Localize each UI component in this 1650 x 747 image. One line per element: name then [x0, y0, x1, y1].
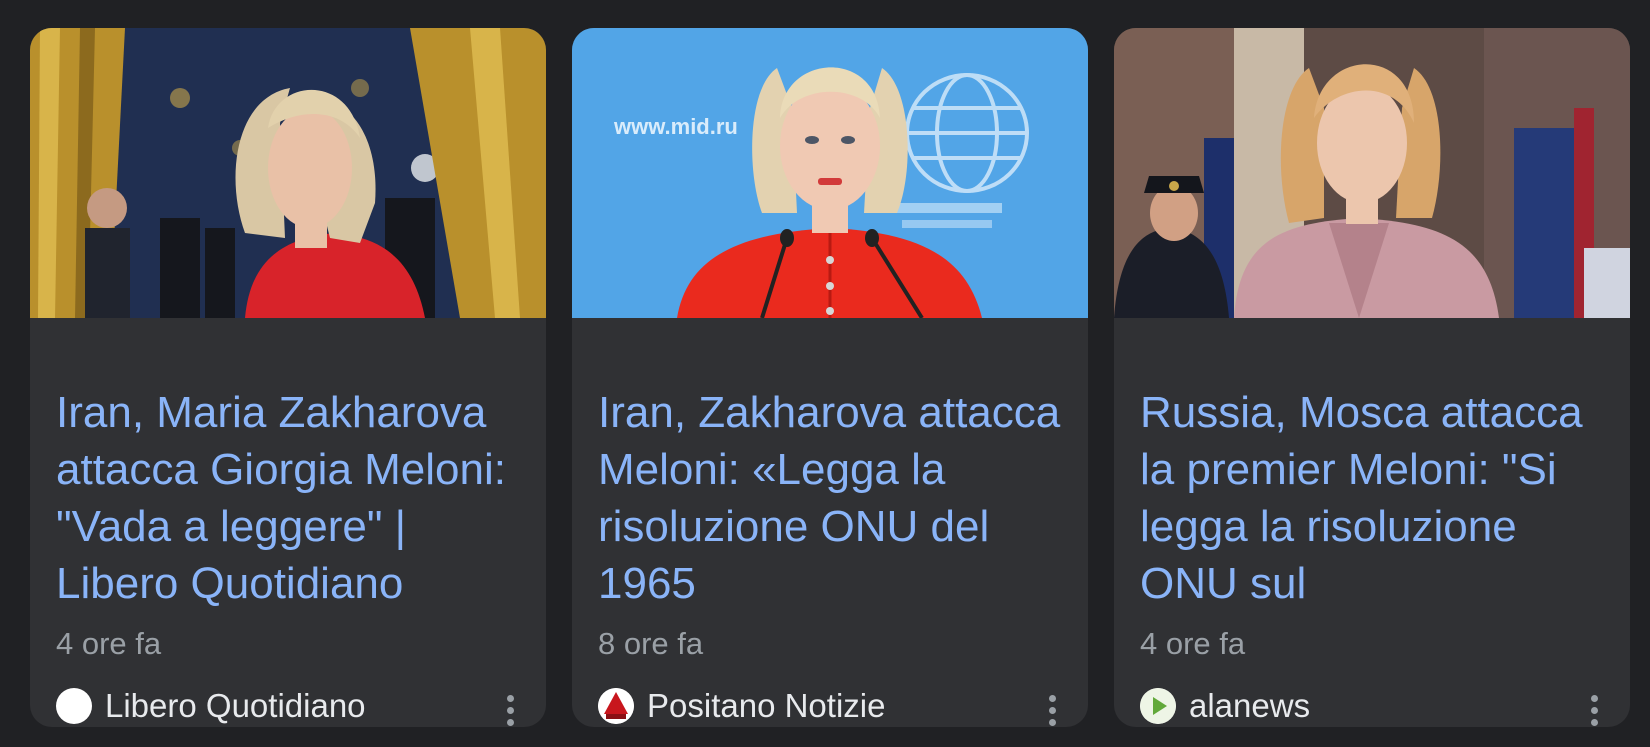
more-vert-icon[interactable] — [1580, 690, 1608, 727]
news-carousel: Iran, Maria Zakharova attacca Giorgia Me… — [0, 0, 1650, 747]
article-thumbnail-image[interactable] — [30, 28, 546, 318]
alanews-play-favicon-icon — [1140, 688, 1176, 724]
article-source[interactable]: Libero Quotidiano — [56, 686, 526, 726]
news-card[interactable]: www.mid.ru Iran, Zakharova attacca Melon… — [572, 28, 1088, 727]
article-source[interactable]: alanews — [1140, 686, 1610, 726]
positano-notizie-favicon-icon — [598, 688, 634, 724]
more-vert-icon[interactable] — [496, 690, 524, 727]
source-name: Libero Quotidiano — [105, 687, 366, 724]
article-time: 4 ore fa — [56, 626, 162, 661]
article-time: 4 ore fa — [1140, 626, 1246, 661]
source-name: Positano Notizie — [647, 687, 886, 724]
article-title[interactable]: Iran, Maria Zakharova attacca Giorgia Me… — [56, 384, 526, 612]
article-title[interactable]: Russia, Mosca attacca la premier Meloni:… — [1140, 384, 1610, 612]
source-name: alanews — [1189, 687, 1311, 724]
more-vert-icon[interactable] — [1038, 690, 1066, 727]
article-time: 8 ore fa — [598, 626, 704, 661]
article-thumbnail-image[interactable] — [1114, 28, 1630, 318]
image-watermark: www.mid.ru — [613, 114, 738, 139]
article-thumbnail-image[interactable]: www.mid.ru — [572, 28, 1088, 318]
article-source[interactable]: Positano Notizie — [598, 686, 1068, 726]
news-card[interactable]: Russia, Mosca attacca la premier Meloni:… — [1114, 28, 1630, 727]
article-title[interactable]: Iran, Zakharova attacca Meloni: «Legga l… — [598, 384, 1068, 612]
libero-favicon-icon — [56, 688, 92, 724]
news-card[interactable]: Iran, Maria Zakharova attacca Giorgia Me… — [30, 28, 546, 727]
